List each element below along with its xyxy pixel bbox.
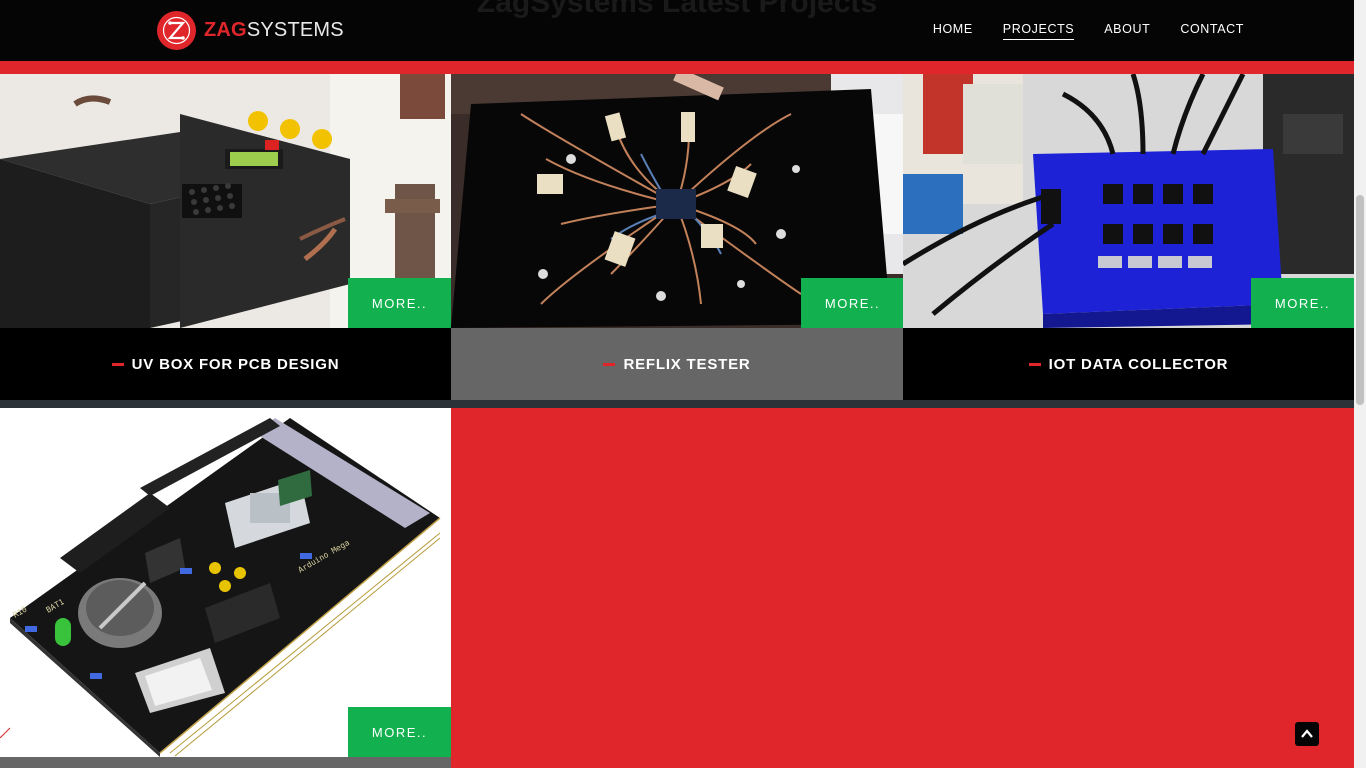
caption-dash: [111, 362, 124, 366]
scroll-to-top-button[interactable]: [1295, 722, 1319, 746]
zag-logo-icon: [157, 11, 196, 50]
main-nav: HOME PROJECTS ABOUT CONTACT: [933, 0, 1244, 61]
card-caption-strip: [0, 757, 451, 768]
scrollbar-thumb[interactable]: [1356, 195, 1364, 405]
empty-red-panel: [451, 408, 1354, 768]
logo-zag-text: ZAG: [204, 19, 247, 41]
site-logo[interactable]: ZAGSYSTEMS: [157, 11, 344, 50]
page-scrollbar[interactable]: [1354, 0, 1366, 768]
project-card-iot-data-collector: MORE.. IOT DATA COLLECTOR: [903, 74, 1354, 400]
more-button-reflix-tester[interactable]: MORE..: [801, 278, 903, 328]
more-button-iot-data-collector[interactable]: MORE..: [1251, 278, 1354, 328]
project-caption-iot-data-collector[interactable]: IOT DATA COLLECTOR: [903, 328, 1354, 400]
project-title: REFLIX TESTER: [623, 355, 751, 373]
arduino-shield-render: R10 BAT1 Arduino Mega: [0, 408, 451, 757]
more-button-uv-box[interactable]: MORE..: [348, 278, 451, 328]
nav-home[interactable]: HOME: [933, 22, 973, 39]
project-title: UV BOX FOR PCB DESIGN: [131, 355, 340, 373]
logo-wordmark: ZAGSYSTEMS: [204, 19, 344, 42]
caption-dash: [1028, 362, 1041, 366]
logo-systems-text: SYSTEMS: [246, 19, 344, 41]
project-card-uv-box: MORE.. UV BOX FOR PCB DESIGN: [0, 74, 451, 400]
project-caption-uv-box[interactable]: UV BOX FOR PCB DESIGN: [0, 328, 451, 400]
project-card-reflix-tester: MORE.. REFLIX TESTER: [451, 74, 903, 400]
nav-projects[interactable]: PROJECTS: [1002, 22, 1075, 40]
row-divider: [0, 400, 1354, 408]
caption-dash: [603, 362, 616, 366]
header-red-stripe: [0, 61, 1354, 74]
more-button-arduino-shield[interactable]: MORE..: [348, 707, 451, 757]
project-title: IOT DATA COLLECTOR: [1048, 355, 1229, 373]
project-caption-reflix-tester[interactable]: REFLIX TESTER: [451, 328, 903, 400]
nav-about[interactable]: ABOUT: [1104, 22, 1150, 39]
project-card-arduino-shield: R10 BAT1 Arduino Mega MORE..: [0, 408, 451, 757]
chevron-up-icon: [1301, 729, 1313, 739]
nav-contact[interactable]: CONTACT: [1180, 22, 1244, 39]
